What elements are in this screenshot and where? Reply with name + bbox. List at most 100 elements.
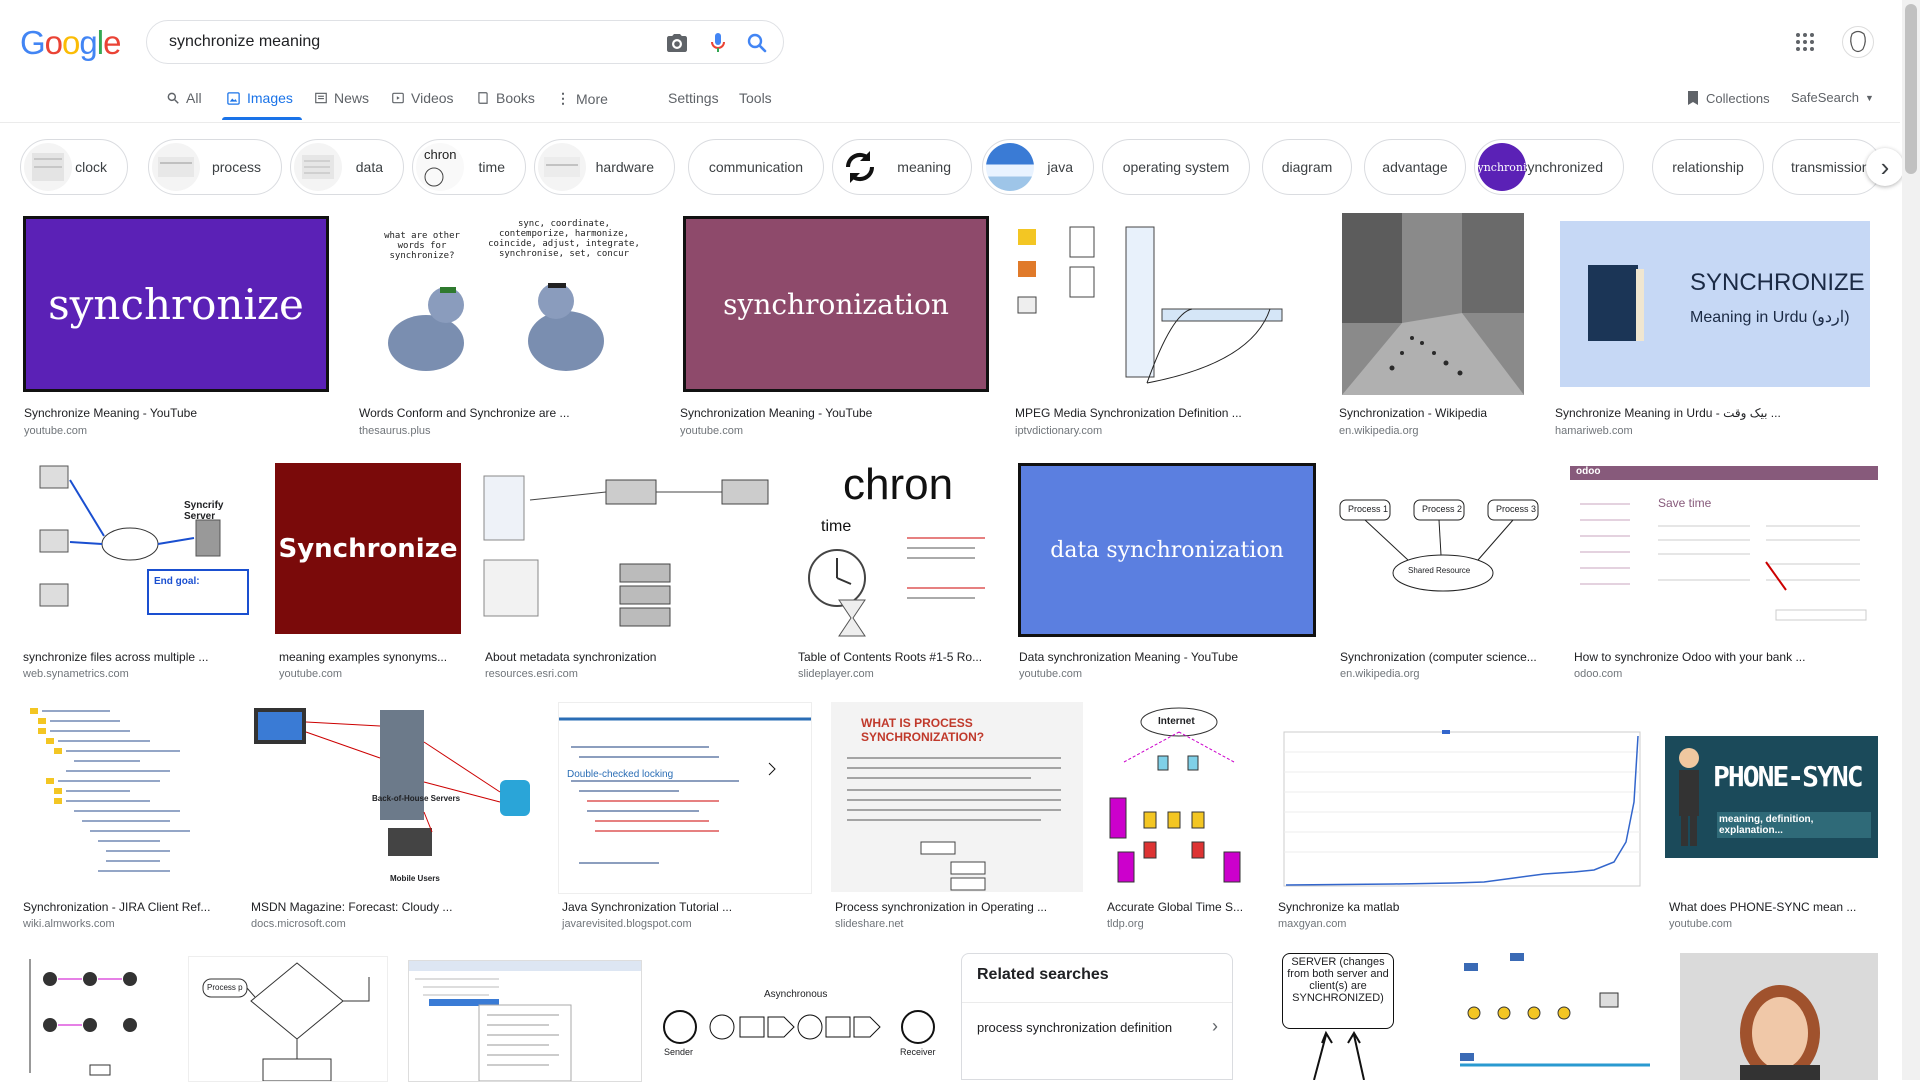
result-image[interactable] — [1680, 953, 1878, 1080]
result-source[interactable]: odoo.com — [1574, 668, 1622, 680]
result-source[interactable]: en.wikipedia.org — [1339, 425, 1419, 437]
tab-more[interactable]: ⋮ More — [556, 90, 608, 107]
result-title[interactable]: How to synchronize Odoo with your bank .… — [1574, 650, 1805, 664]
result-image[interactable]: SYNCHRONIZE Meaning in Urdu (اردو) — [1552, 213, 1878, 395]
scrollbar-thumb[interactable] — [1905, 4, 1917, 174]
result-image[interactable]: Asynchronous Sender Receiver — [660, 953, 940, 1080]
result-image[interactable]: synchronize — [20, 213, 332, 395]
chip-diagram[interactable]: diagram — [1262, 139, 1352, 195]
result-image[interactable]: synchronization — [680, 213, 992, 395]
chip-advantage[interactable]: advantage — [1364, 139, 1466, 195]
result-image[interactable]: Process p — [188, 956, 388, 1082]
search-input[interactable] — [167, 32, 631, 52]
safesearch-toggle[interactable]: SafeSearch ▼ — [1791, 90, 1874, 105]
chip-communication[interactable]: communication — [688, 139, 824, 195]
settings-link[interactable]: Settings — [668, 90, 719, 106]
result-title[interactable]: Accurate Global Time S... — [1107, 900, 1252, 914]
chip-operating-system[interactable]: operating system — [1102, 139, 1250, 195]
result-source[interactable]: maxgyan.com — [1278, 918, 1346, 930]
chip-java[interactable]: java — [982, 139, 1094, 195]
result-title[interactable]: Synchronization - JIRA Client Ref... — [23, 900, 227, 914]
chip-meaning[interactable]: meaning — [832, 139, 972, 195]
chip-hardware[interactable]: hardware — [534, 139, 675, 195]
result-image[interactable]: Syncrify Server End goal: — [20, 460, 254, 640]
result-source[interactable]: youtube.com — [24, 425, 87, 437]
related-search-link[interactable]: process synchronization definition — [977, 1020, 1172, 1035]
result-title[interactable]: Process synchronization in Operating ... — [835, 900, 1081, 914]
tools-link[interactable]: Tools — [739, 90, 772, 106]
tab-books[interactable]: Books — [476, 90, 535, 106]
result-image[interactable] — [1274, 702, 1646, 892]
google-logo[interactable]: Google — [20, 24, 121, 62]
result-image[interactable]: Double-checked locking — [558, 702, 812, 894]
result-image[interactable] — [20, 702, 228, 892]
result-title[interactable]: synchronize files across multiple ... — [23, 650, 208, 664]
result-image[interactable]: Synchronize — [275, 463, 461, 634]
result-title[interactable]: Synchronize ka matlab — [1278, 900, 1399, 914]
result-image[interactable]: Process 1 Process 2 Process 3 Shared Res… — [1336, 460, 1550, 640]
search-icon[interactable] — [745, 31, 769, 55]
result-image[interactable] — [20, 953, 166, 1080]
chips-next-button[interactable]: › — [1866, 148, 1904, 186]
chip-process[interactable]: process — [148, 139, 282, 195]
apps-grid-icon[interactable] — [1795, 32, 1815, 52]
account-avatar[interactable] — [1842, 26, 1874, 58]
result-title[interactable]: Synchronize Meaning - YouTube — [24, 406, 197, 420]
result-image[interactable] — [1012, 213, 1316, 395]
result-title[interactable]: Words Conform and Synchronize are ... — [359, 406, 570, 420]
result-title[interactable]: Synchronize Meaning in Urdu - بیک وقت ..… — [1555, 406, 1795, 420]
result-source[interactable]: wiki.almworks.com — [23, 918, 115, 930]
result-title[interactable]: MPEG Media Synchronization Definition ..… — [1015, 406, 1242, 420]
result-title[interactable]: What does PHONE-SYNC mean ... — [1669, 900, 1876, 914]
page-scrollbar[interactable] — [1902, 0, 1920, 1080]
result-image[interactable]: SERVER (changes from both server and cli… — [1254, 953, 1430, 1080]
result-source[interactable]: thesaurus.plus — [359, 425, 431, 437]
result-title[interactable]: Synchronization Meaning - YouTube — [680, 406, 872, 420]
result-title[interactable]: Java Synchronization Tutorial ... — [562, 900, 808, 914]
tab-images[interactable]: Images — [226, 90, 293, 106]
camera-icon[interactable] — [665, 31, 689, 55]
result-title[interactable]: Data synchronization Meaning - YouTube — [1019, 650, 1238, 664]
result-image[interactable]: sync, coordinate, contemporize, harmoniz… — [356, 213, 656, 395]
result-title[interactable]: Synchronization - Wikipedia — [1339, 406, 1487, 420]
result-title[interactable]: Table of Contents Roots #1-5 Ro... — [798, 650, 992, 664]
result-source[interactable]: youtube.com — [1019, 668, 1082, 680]
microphone-icon[interactable] — [706, 31, 730, 55]
result-source[interactable]: tldp.org — [1107, 918, 1144, 930]
tab-news[interactable]: News — [314, 90, 369, 106]
result-title[interactable]: Synchronization (computer science... — [1340, 650, 1548, 664]
chip-synchronized[interactable]: ynchroni synchronized — [1474, 139, 1624, 195]
result-image[interactable] — [408, 960, 642, 1082]
tab-all[interactable]: All — [166, 90, 202, 106]
result-source[interactable]: hamariweb.com — [1555, 425, 1633, 437]
chip-clock[interactable]: clock — [20, 139, 128, 195]
result-source[interactable]: slideplayer.com — [798, 668, 874, 680]
chip-time[interactable]: chron time — [412, 139, 526, 195]
chip-data[interactable]: data — [290, 139, 404, 195]
result-title[interactable]: About metadata synchronization — [485, 650, 656, 664]
collections-link[interactable]: Collections — [1686, 90, 1770, 106]
result-source[interactable]: en.wikipedia.org — [1340, 668, 1420, 680]
result-image[interactable]: odoo Save time — [1570, 460, 1878, 640]
result-title[interactable]: meaning examples synonyms... — [279, 650, 459, 664]
chip-relationship[interactable]: relationship — [1652, 139, 1764, 195]
result-source[interactable]: slideshare.net — [835, 918, 904, 930]
result-source[interactable]: docs.microsoft.com — [251, 918, 346, 930]
result-source[interactable]: youtube.com — [680, 425, 743, 437]
result-image[interactable]: chron time — [795, 460, 995, 640]
result-title[interactable]: MSDN Magazine: Forecast: Cloudy ... — [251, 900, 535, 914]
result-image[interactable]: PHONE-SYNC meaning, definition, explanat… — [1665, 702, 1878, 892]
result-image[interactable]: Back-of-House Servers Mobile Users — [248, 702, 538, 892]
result-source[interactable]: youtube.com — [1669, 918, 1732, 930]
result-image[interactable] — [1342, 213, 1524, 395]
result-source[interactable]: resources.esri.com — [485, 668, 578, 680]
result-image[interactable]: Internet — [1104, 702, 1254, 892]
result-source[interactable]: javarevisited.blogspot.com — [562, 918, 692, 930]
tab-videos[interactable]: Videos — [391, 90, 454, 106]
result-source[interactable]: web.synametrics.com — [23, 668, 129, 680]
result-image[interactable] — [482, 460, 774, 640]
result-image[interactable]: data synchronization — [1015, 460, 1319, 640]
result-image[interactable] — [1450, 953, 1658, 1080]
result-source[interactable]: iptvdictionary.com — [1015, 425, 1102, 437]
result-image[interactable]: WHAT IS PROCESS SYNCHRONIZATION? — [831, 702, 1083, 892]
